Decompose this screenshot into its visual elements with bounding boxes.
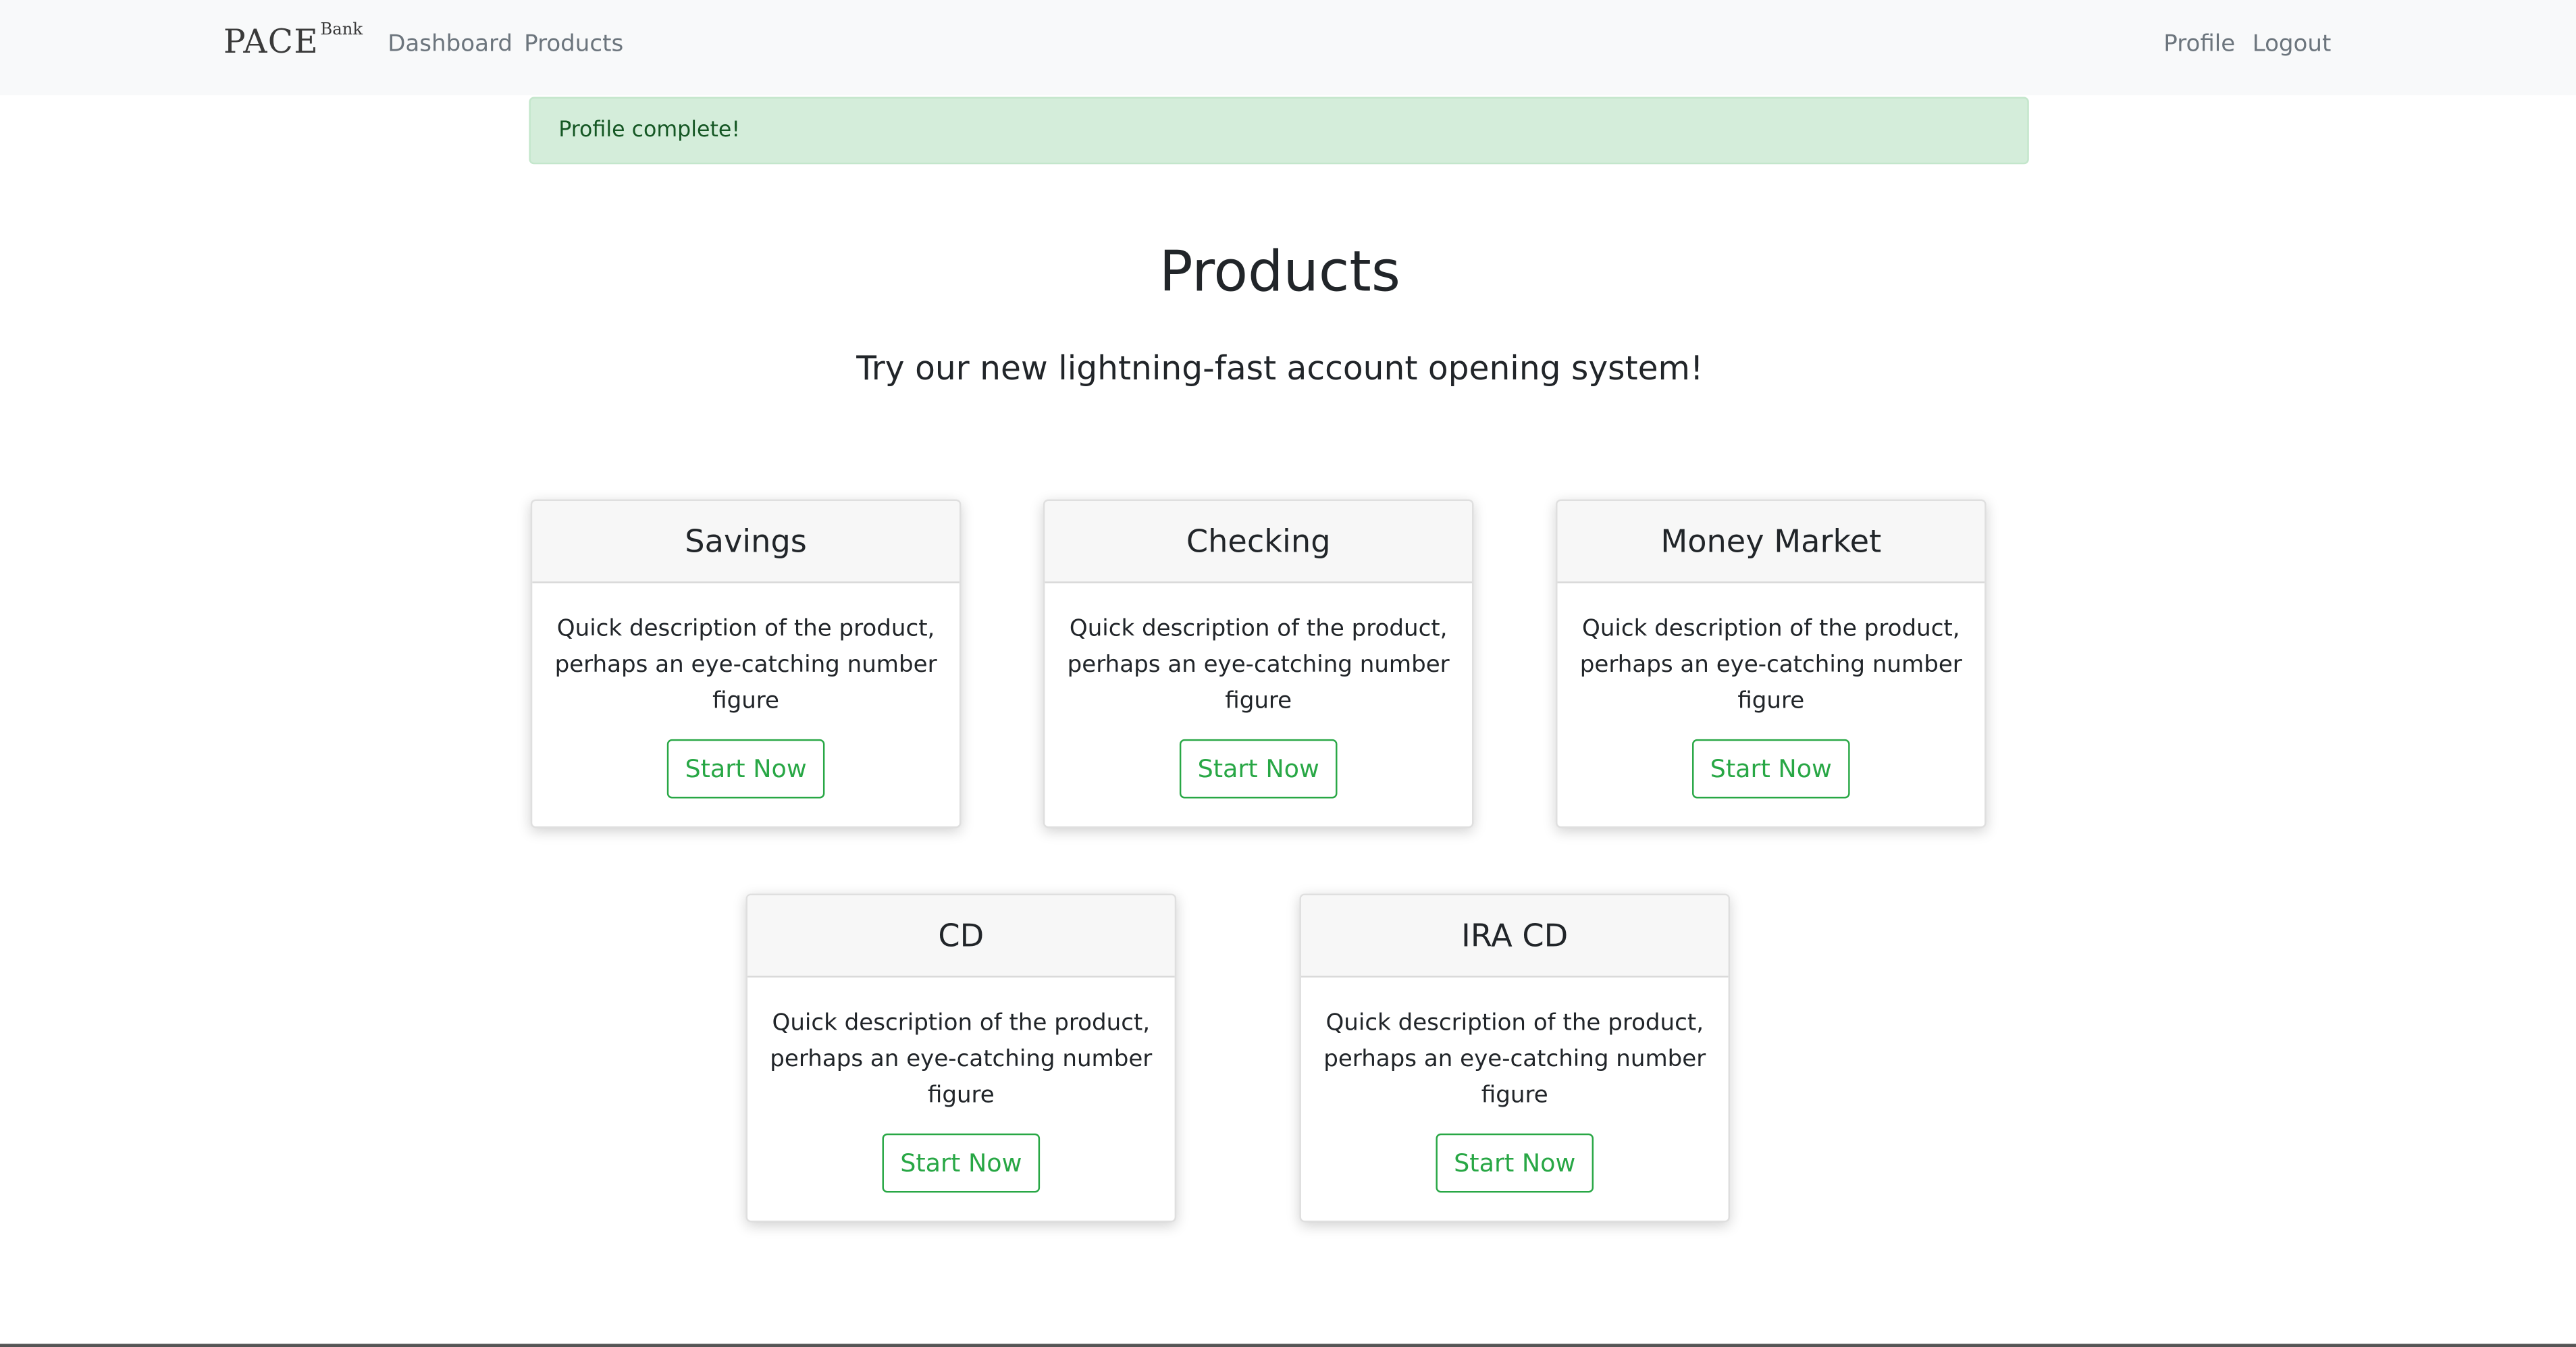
nav-link-dashboard[interactable]: Dashboard bbox=[388, 28, 512, 61]
bottom-divider bbox=[0, 1344, 2576, 1347]
start-now-button[interactable]: Start Now bbox=[882, 1133, 1041, 1193]
brand-name: PACE bbox=[223, 21, 319, 61]
card-body: Quick description of the product, perhap… bbox=[532, 583, 960, 799]
card-body: Quick description of the product, perhap… bbox=[1558, 583, 1985, 799]
alert-text: Profile complete! bbox=[558, 118, 741, 143]
nav-link-logout[interactable]: Logout bbox=[2253, 28, 2332, 61]
card-title: CD bbox=[747, 895, 1175, 978]
card-title: Money Market bbox=[1557, 501, 1985, 583]
page-subtitle: Try our new lightning-fast account openi… bbox=[856, 348, 1704, 388]
brand-logo[interactable]: PACE Bank bbox=[224, 20, 363, 69]
product-card-checking: Checking Quick description of the produc… bbox=[1043, 499, 1474, 828]
top-navbar: PACE Bank Dashboard Products Profile Log… bbox=[0, 0, 2576, 96]
card-description: Quick description of the product, perhap… bbox=[1067, 616, 1450, 715]
card-title: IRA CD bbox=[1300, 895, 1729, 978]
start-now-button[interactable]: Start Now bbox=[1179, 739, 1338, 799]
product-card-cd: CD Quick description of the product, per… bbox=[745, 893, 1177, 1223]
card-body: Quick description of the product, perhap… bbox=[1301, 978, 1729, 1193]
page-title: Products bbox=[1159, 240, 1400, 306]
card-title: Checking bbox=[1045, 501, 1472, 583]
card-description: Quick description of the product, perhap… bbox=[554, 616, 937, 715]
product-card-money-market: Money Market Quick description of the pr… bbox=[1556, 499, 1987, 828]
card-body: Quick description of the product, perhap… bbox=[747, 978, 1175, 1193]
card-title: Savings bbox=[532, 501, 960, 583]
card-description: Quick description of the product, perhap… bbox=[770, 1010, 1153, 1109]
page: PACE Bank Dashboard Products Profile Log… bbox=[0, 0, 2576, 1347]
brand-superscript: Bank bbox=[320, 21, 363, 40]
start-now-button[interactable]: Start Now bbox=[1691, 739, 1850, 799]
product-card-savings: Savings Quick description of the product… bbox=[530, 499, 962, 828]
nav-link-profile[interactable]: Profile bbox=[2163, 28, 2235, 61]
start-now-button[interactable]: Start Now bbox=[666, 739, 825, 799]
product-card-ira-cd: IRA CD Quick description of the product,… bbox=[1299, 893, 1730, 1223]
start-now-button[interactable]: Start Now bbox=[1436, 1133, 1594, 1193]
success-alert: Profile complete! bbox=[529, 97, 2029, 165]
card-description: Quick description of the product, perhap… bbox=[1579, 616, 1962, 715]
card-body: Quick description of the product, perhap… bbox=[1045, 583, 1472, 799]
card-description: Quick description of the product, perhap… bbox=[1323, 1010, 1706, 1109]
nav-link-products[interactable]: Products bbox=[524, 28, 623, 61]
